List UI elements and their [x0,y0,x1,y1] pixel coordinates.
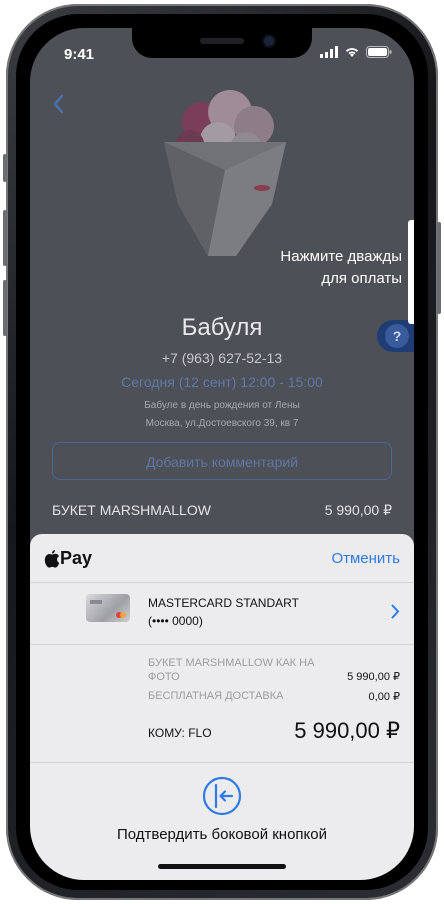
summary-item-price: 5 990,00 ₽ [347,671,400,683]
sheet-header: Pay Отменить [30,534,414,583]
order-row: БУКЕТ MARSHMALLOW 5 990,00 ₽ [52,502,392,519]
card-name: MASTERCARD STANDART [148,596,299,610]
notch [132,28,312,58]
screen: 9:41 Бабуля +7 (963) 627-52-13 Сегодня (… [30,28,414,880]
status-time: 9:41 [64,46,95,63]
volume-up-button [3,210,7,266]
side-button-confirm-icon [202,776,242,816]
side-button[interactable] [437,222,441,314]
order-item-name: БУКЕТ MARSHMALLOW [52,502,211,518]
cancel-button[interactable]: Отменить [331,550,400,567]
contact-name: Бабуля [181,314,263,341]
phone-frame: 9:41 Бабуля +7 (963) 627-52-13 Сегодня (… [3,4,441,900]
chevron-right-icon[interactable] [391,604,400,619]
apple-pay-logo: Pay [44,548,92,569]
contact-phone: +7 (963) 627-52-13 [161,350,283,366]
signal-icon [320,46,338,58]
total-price: 5 990,00 ₽ [294,718,400,743]
back-chevron-icon[interactable] [52,94,64,114]
shipping-label: БЕСПЛАТНАЯ ДОСТАВКА [148,690,284,702]
front-camera [264,36,274,46]
payment-summary: БУКЕТ MARSHMALLOW КАК НА ФОТО 5 990,00 ₽… [30,644,414,763]
card-number: (•••• 0000) [148,614,203,628]
order-item-price: 5 990,00 ₽ [324,502,392,518]
add-comment-button[interactable]: Добавить комментарий [52,442,392,480]
apple-pay-sheet: Pay Отменить MASTERCARD STANDART (•••• 0… [30,534,414,880]
summary-item-label: БУКЕТ MARSHMALLOW КАК НА ФОТО [148,657,315,683]
apple-logo-icon [44,550,60,568]
delivery-time: Сегодня (12 сент) 12:00 - 15:00 [121,374,323,390]
help-icon: ? [385,324,409,348]
side-hint-line2: для оплаты [321,270,402,287]
wifi-icon [345,48,359,57]
home-indicator[interactable] [158,864,286,869]
speaker-grille [200,38,244,44]
silent-switch [3,154,7,182]
mastercard-logo-icon [116,612,126,618]
side-button-hint: Нажмите дважды для оплаты [280,246,402,290]
total-label: КОМУ: FLO [148,726,212,740]
payment-card-row[interactable]: MASTERCARD STANDART (•••• 0000) [30,582,414,645]
delivery-note: Бабуле в день рождения от Лены [144,400,300,411]
volume-down-button [3,280,7,336]
status-icons [320,46,392,58]
side-button-indicator [408,220,414,324]
side-hint-line1: Нажмите дважды [280,248,402,265]
battery-icon [366,46,392,58]
delivery-address: Москва, ул.Достоевского 39, кв 7 [145,418,299,429]
confirm-instruction: Подтвердить боковой кнопкой [117,826,327,843]
shipping-price: 0,00 ₽ [368,691,400,703]
apple-pay-text: Pay [60,548,93,568]
card-thumbnail [86,594,130,622]
bouquet-image [164,90,286,256]
help-button[interactable]: ? [377,320,414,352]
